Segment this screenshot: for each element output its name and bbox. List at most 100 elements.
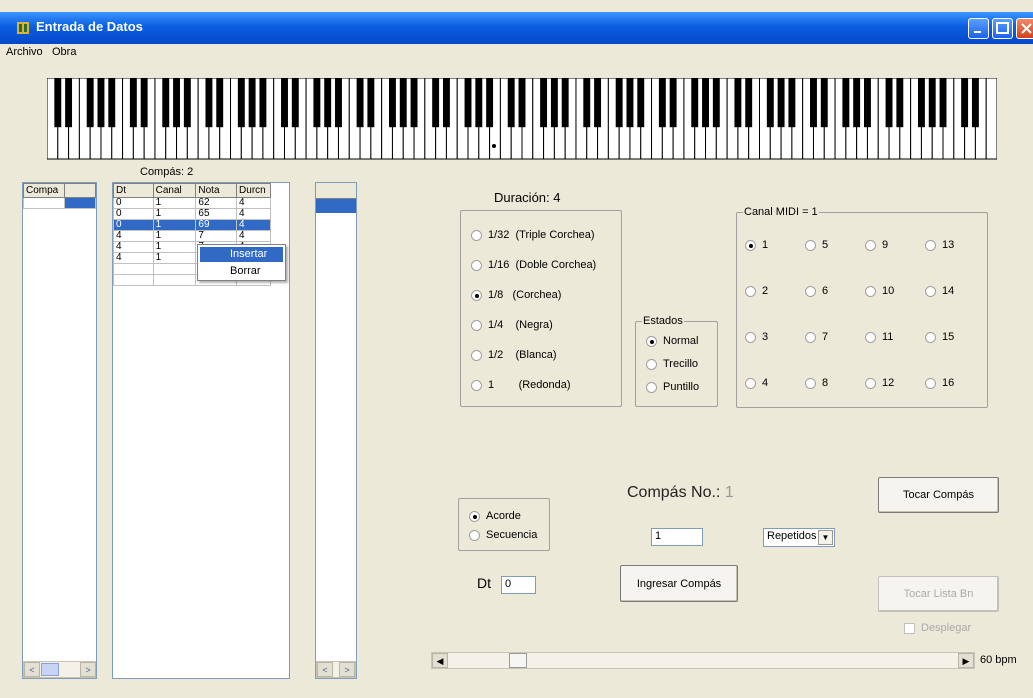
piano-black-key[interactable] (442, 78, 450, 128)
scroll-right-icon[interactable]: > (80, 662, 96, 677)
piano-black-key[interactable] (216, 78, 224, 128)
maximize-button[interactable] (992, 18, 1013, 39)
piano-black-key[interactable] (367, 78, 375, 128)
piano-black-key[interactable] (971, 78, 979, 128)
secondary-list[interactable]: < > (315, 182, 357, 679)
duracion-option[interactable]: 1 (Redonda) (471, 379, 571, 391)
canal-midi-option[interactable]: 10 (865, 285, 894, 297)
piano-black-key[interactable] (281, 78, 288, 128)
piano-black-key[interactable] (464, 78, 472, 128)
modo-option[interactable]: Secuencia (469, 529, 537, 541)
piano-black-key[interactable] (205, 78, 213, 128)
compas-list[interactable]: Compa < > (22, 182, 97, 679)
piano-black-key[interactable] (820, 78, 828, 128)
piano-keyboard[interactable] (47, 78, 997, 160)
piano-black-key[interactable] (561, 78, 569, 128)
scroll-left-icon[interactable]: < (24, 662, 40, 677)
piano-black-key[interactable] (788, 78, 796, 128)
piano-black-key[interactable] (766, 78, 774, 128)
piano-black-key[interactable] (389, 78, 396, 128)
piano-black-key[interactable] (183, 78, 191, 128)
tocar-compas-button[interactable]: Tocar Compás (878, 477, 999, 513)
canal-midi-option[interactable]: 4 (745, 377, 768, 389)
piano-black-key[interactable] (917, 78, 925, 128)
canal-midi-option[interactable]: 13 (925, 239, 954, 251)
piano-black-key[interactable] (248, 78, 256, 128)
minimize-button[interactable] (968, 18, 989, 39)
canal-midi-option[interactable]: 15 (925, 331, 954, 343)
canal-midi-option[interactable]: 7 (805, 331, 828, 343)
piano-black-key[interactable] (928, 78, 936, 128)
table-row[interactable]: 0 1 62 4 (113, 197, 271, 209)
dt-input[interactable]: 0 (501, 576, 536, 594)
column-header[interactable]: Canal (152, 183, 197, 198)
piano-black-key[interactable] (140, 78, 148, 128)
piano-black-key[interactable] (237, 78, 245, 128)
piano-black-key[interactable] (410, 78, 418, 128)
list-item[interactable] (23, 197, 96, 209)
piano-black-key[interactable] (335, 78, 342, 128)
piano-black-key[interactable] (777, 78, 785, 128)
piano-black-key[interactable] (712, 78, 720, 128)
piano-black-key[interactable] (842, 78, 850, 128)
estados-option[interactable]: Trecillo (646, 358, 698, 370)
piano-black-key[interactable] (583, 78, 591, 128)
piano-black-key[interactable] (594, 78, 602, 128)
table-row[interactable]: 4174 (113, 230, 271, 242)
canal-midi-option[interactable]: 5 (805, 239, 828, 251)
duracion-option[interactable]: 1/4 (Negra) (471, 319, 553, 331)
column-header[interactable]: Nota (195, 183, 238, 198)
piano-black-key[interactable] (108, 78, 116, 128)
piano-black-key[interactable] (669, 78, 677, 128)
tempo-slider[interactable]: ◀ ▶ (431, 652, 975, 669)
piano-black-key[interactable] (885, 78, 893, 128)
piano-white-key[interactable] (985, 78, 997, 160)
close-button[interactable] (1016, 18, 1033, 39)
tempo-thumb[interactable] (509, 653, 527, 668)
estados-option[interactable]: Puntillo (646, 381, 699, 393)
canal-midi-option[interactable]: 8 (805, 377, 828, 389)
piano-black-key[interactable] (734, 78, 742, 128)
piano-black-key[interactable] (313, 78, 321, 128)
table-row[interactable]: 0 1 65 4 (113, 208, 271, 220)
piano-black-key[interactable] (626, 78, 634, 128)
canal-midi-option[interactable]: 9 (865, 239, 888, 251)
piano-black-key[interactable] (658, 78, 666, 128)
piano-black-key[interactable] (518, 78, 526, 128)
piano-black-key[interactable] (97, 78, 105, 128)
piano-black-key[interactable] (745, 78, 753, 128)
compas-list-scrollbar[interactable]: < > (23, 661, 96, 678)
duracion-option[interactable]: 1/32 (Triple Corchea) (471, 229, 595, 241)
piano-black-key[interactable] (486, 78, 494, 128)
context-menu-borrar[interactable]: Borrar (200, 264, 283, 279)
piano-black-key[interactable] (259, 78, 267, 128)
piano-black-key[interactable] (475, 78, 483, 128)
piano-black-key[interactable] (615, 78, 623, 128)
piano-black-key[interactable] (896, 78, 904, 128)
list-item[interactable] (316, 199, 356, 213)
estados-option[interactable]: Normal (646, 335, 698, 347)
piano-black-key[interactable] (129, 78, 137, 128)
chevron-down-icon[interactable]: ▼ (818, 530, 833, 545)
piano-black-key[interactable] (691, 78, 699, 128)
canal-midi-option[interactable]: 1 (745, 239, 768, 251)
canal-midi-option[interactable]: 6 (805, 285, 828, 297)
duracion-option[interactable]: 1/2 (Blanca) (471, 349, 556, 361)
title-bar[interactable]: Entrada de Datos (0, 12, 1033, 44)
column-header[interactable]: Durcn (236, 183, 271, 198)
tocar-lista-button[interactable]: Tocar Lista Bn (878, 576, 999, 612)
piano-black-key[interactable] (86, 78, 94, 128)
piano-black-key[interactable] (637, 78, 645, 128)
piano-black-key[interactable] (550, 78, 558, 128)
piano-black-key[interactable] (702, 78, 709, 128)
piano-black-key[interactable] (162, 78, 170, 128)
scroll-left-icon[interactable]: < (317, 662, 333, 677)
canal-midi-option[interactable]: 2 (745, 285, 768, 297)
table-row[interactable]: 0 1 69 4 (113, 219, 271, 231)
piano-black-key[interactable] (961, 78, 969, 128)
piano-black-key[interactable] (173, 78, 180, 128)
compas-no-input[interactable]: 1 (651, 528, 703, 546)
canal-midi-option[interactable]: 16 (925, 377, 954, 389)
piano-black-key[interactable] (291, 78, 299, 128)
piano-black-key[interactable] (65, 78, 73, 128)
